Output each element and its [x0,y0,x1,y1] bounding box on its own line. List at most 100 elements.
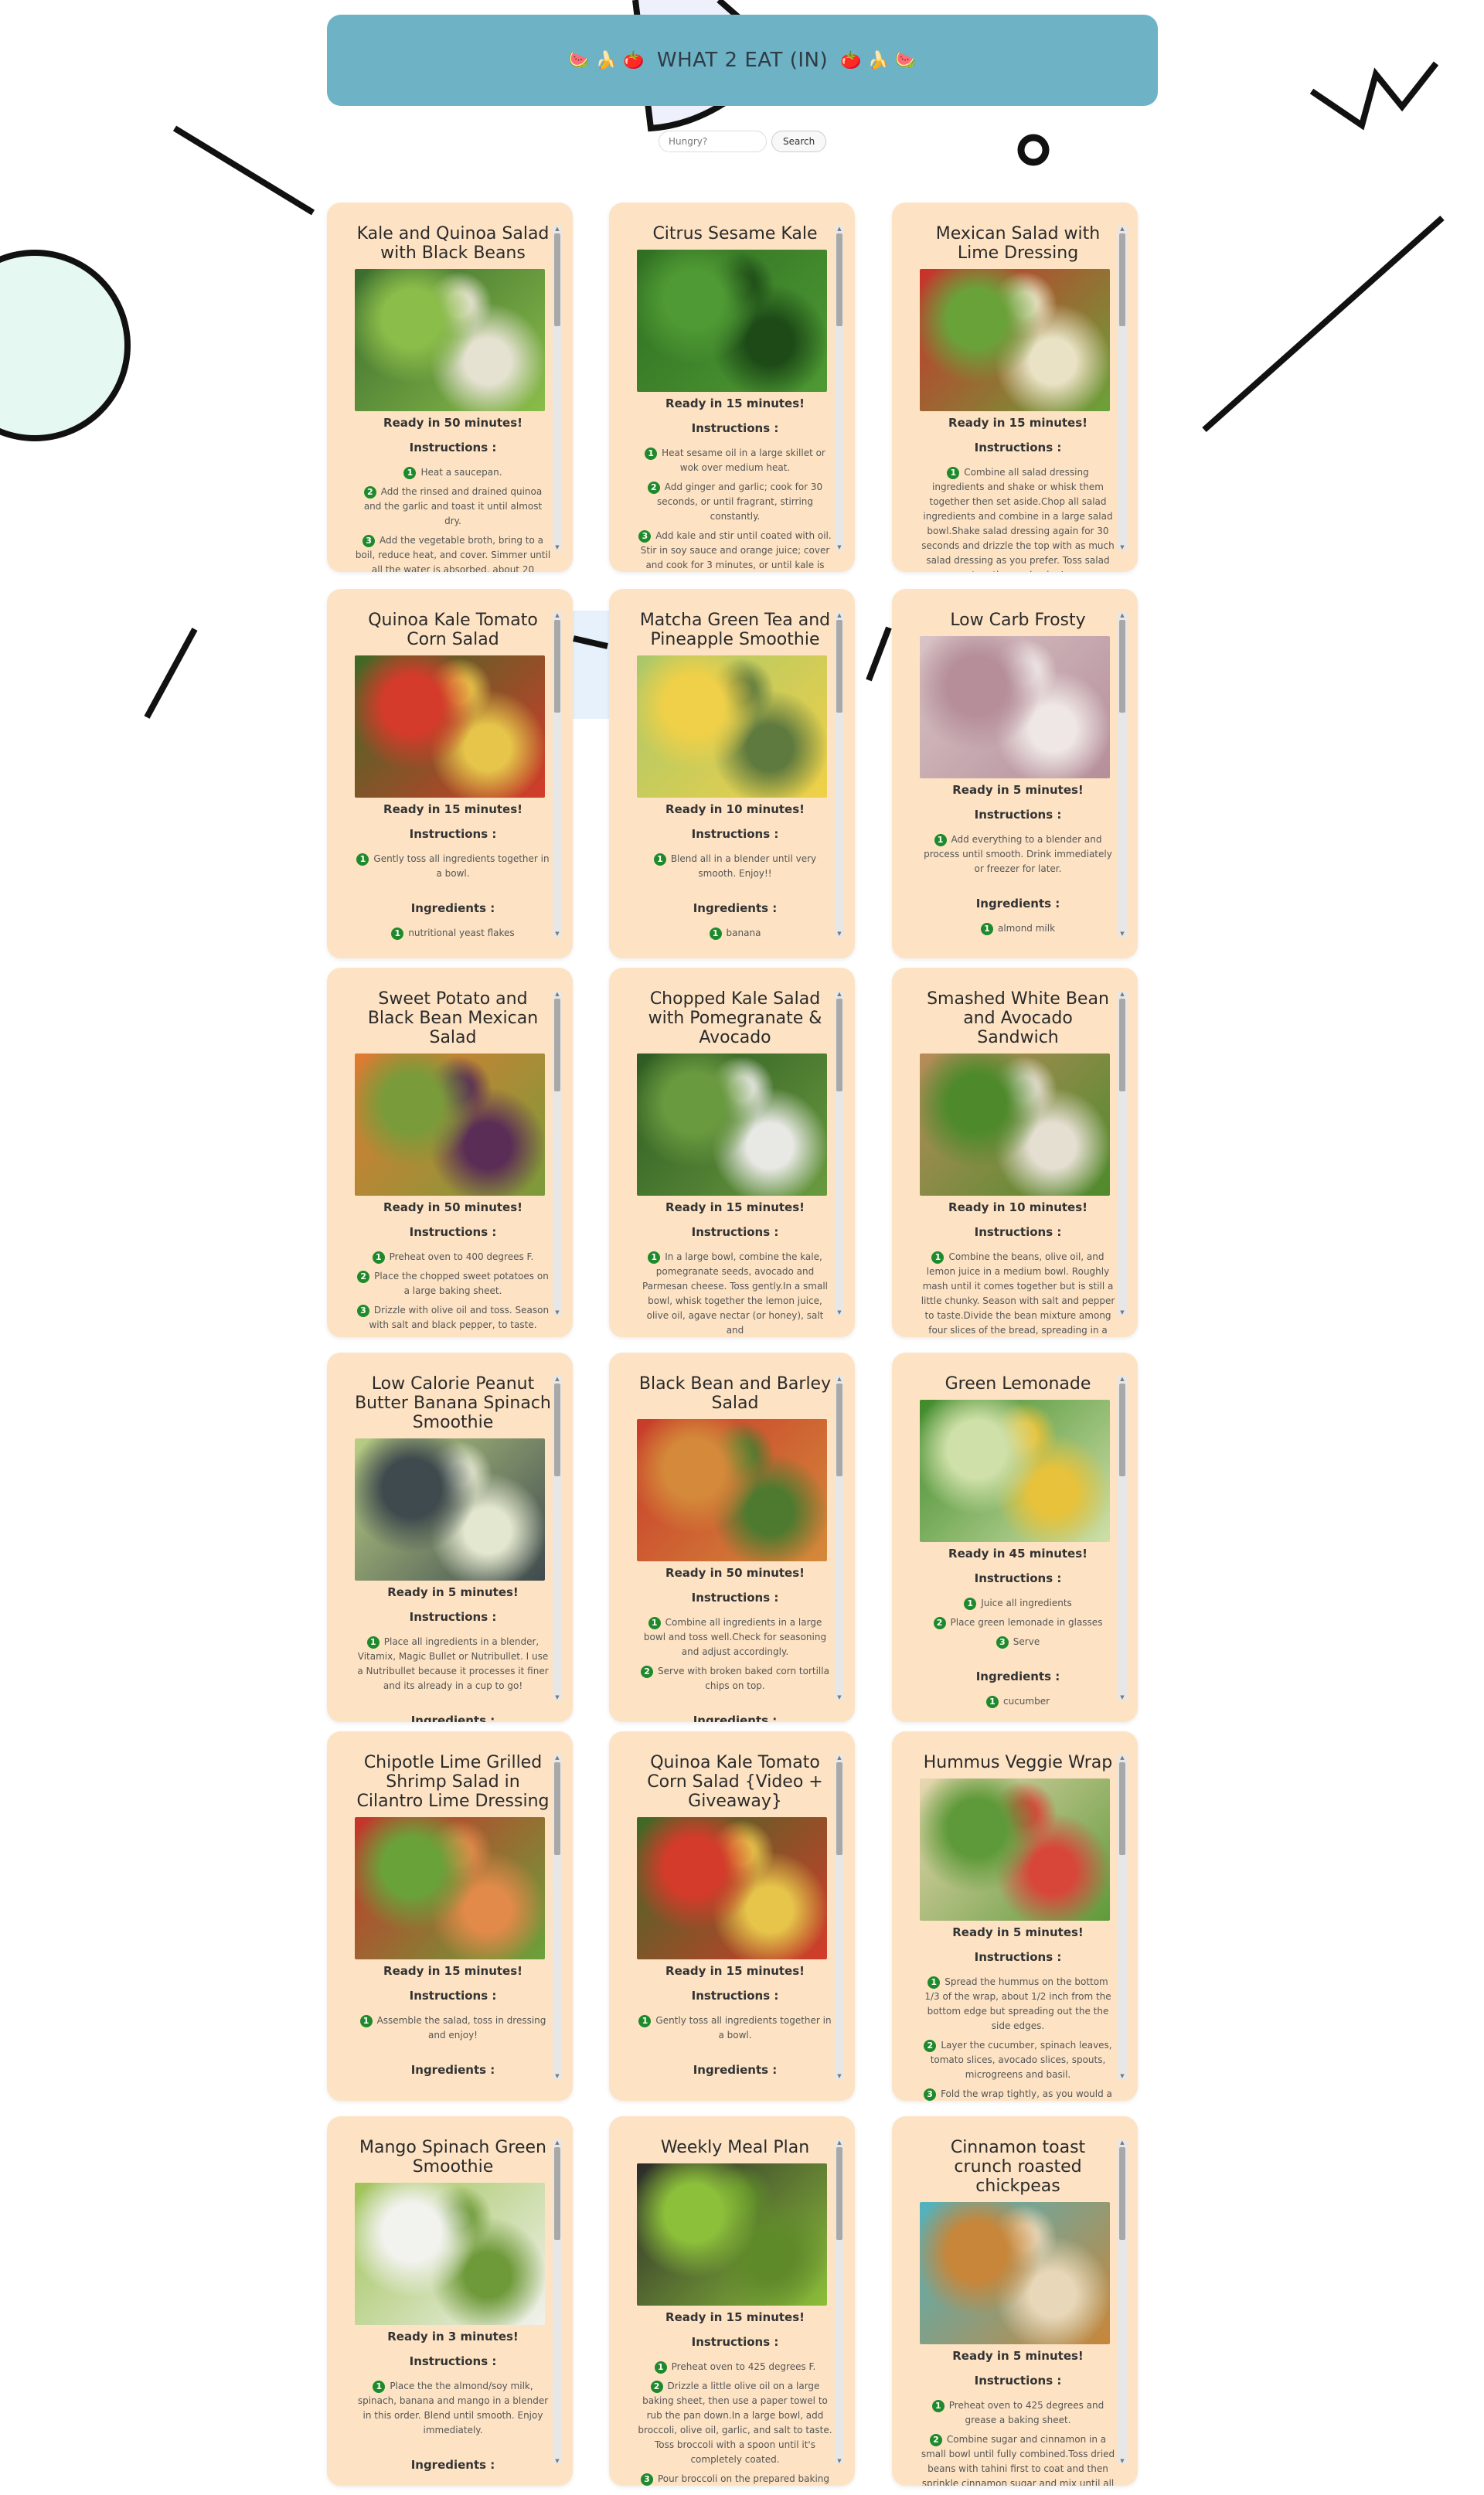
scroll-up-icon[interactable]: ▲ [836,226,842,232]
scrollbar-thumb[interactable] [1119,2147,1125,2240]
scroll-down-icon[interactable]: ▼ [1119,2458,1125,2464]
recipe-card[interactable]: Quinoa Kale Tomato Corn Salad Ready in 15… [327,589,573,958]
scrollbar-thumb[interactable] [554,2147,560,2240]
card-scrollbar[interactable]: ▲ ▼ [553,991,562,1316]
scroll-up-icon[interactable]: ▲ [1119,1376,1125,1382]
recipe-card[interactable]: Citrus Sesame Kale Ready in 15 minutes! In… [609,203,855,572]
scrollbar-thumb[interactable] [1119,1384,1125,1476]
short-slash-decoration [144,628,198,719]
scroll-up-icon[interactable]: ▲ [836,1755,842,1761]
scroll-up-icon[interactable]: ▲ [554,1376,560,1382]
scroll-down-icon[interactable]: ▼ [836,1694,842,1700]
recipe-card[interactable]: Chopped Kale Salad with Pomegranate & Av… [609,968,855,1337]
recipe-card[interactable]: Quinoa Kale Tomato Corn Salad {Video + G… [609,1731,855,2101]
scroll-up-icon[interactable]: ▲ [554,991,560,997]
scrollbar-thumb[interactable] [554,1384,560,1476]
instructions-heading: Instructions : [974,1571,1062,1585]
scroll-down-icon[interactable]: ▼ [836,2073,842,2079]
card-scrollbar[interactable]: ▲ ▼ [835,612,844,937]
scroll-up-icon[interactable]: ▲ [554,1755,560,1761]
scroll-down-icon[interactable]: ▼ [836,1309,842,1316]
step-text: Gently toss all ingredients together in … [373,853,550,879]
recipe-card[interactable]: Mango Spinach Green Smoothie Ready in 3 m… [327,2116,573,2486]
card-scrollbar[interactable]: ▲ ▼ [835,1376,844,1700]
scrollbar-thumb[interactable] [554,233,560,326]
recipe-card[interactable]: Weekly Meal Plan Ready in 15 minutes! Inst… [609,2116,855,2486]
recipe-photo [920,1400,1110,1542]
recipe-card[interactable]: Low Carb Frosty Ready in 5 minutes! Instru… [892,589,1138,958]
scroll-down-icon[interactable]: ▼ [1119,544,1125,550]
card-scrollbar[interactable]: ▲ ▼ [1118,1755,1127,2079]
card-scrollbar[interactable]: ▲ ▼ [1118,1376,1127,1700]
scrollbar-thumb[interactable] [554,999,560,1091]
ingredient-text: nutritional yeast flakes [408,928,515,938]
scrollbar-thumb[interactable] [1119,620,1125,713]
scroll-down-icon[interactable]: ▼ [1119,1309,1125,1316]
mint-circle-decoration [0,250,131,441]
recipe-card[interactable]: Kale and Quinoa Salad with Black Beans Re… [327,203,573,572]
search-button[interactable]: Search [771,131,827,152]
search-input[interactable] [659,131,767,152]
scrollbar-thumb[interactable] [1119,233,1125,326]
recipe-card[interactable]: Green Lemonade Ready in 45 minutes! Instru… [892,1353,1138,1722]
card-scrollbar[interactable]: ▲ ▼ [835,2139,844,2464]
scrollbar-thumb[interactable] [836,2147,842,2240]
recipe-card[interactable]: Black Bean and Barley Salad Ready in 50 m… [609,1353,855,1722]
scrollbar-thumb[interactable] [554,1762,560,1855]
scroll-up-icon[interactable]: ▲ [836,612,842,618]
card-scrollbar[interactable]: ▲ ▼ [835,226,844,550]
recipe-card[interactable]: Chipotle Lime Grilled Shrimp Salad in Ci… [327,1731,573,2101]
scrollbar-thumb[interactable] [1119,999,1125,1091]
recipe-card[interactable]: Smashed White Bean and Avocado Sandwich R… [892,968,1138,1337]
scrollbar-thumb[interactable] [836,233,842,326]
scroll-down-icon[interactable]: ▼ [554,1694,560,1700]
scroll-down-icon[interactable]: ▼ [554,931,560,937]
scroll-up-icon[interactable]: ▲ [836,991,842,997]
step-text: Drizzle a little olive oil on a large ba… [638,2381,832,2465]
scrollbar-thumb[interactable] [1119,1762,1125,1855]
scroll-up-icon[interactable]: ▲ [1119,226,1125,232]
scrollbar-thumb[interactable] [836,999,842,1091]
ingredients-heading: Ingredients : [693,1714,778,1722]
scrollbar-thumb[interactable] [836,1384,842,1476]
card-scrollbar[interactable]: ▲ ▼ [1118,226,1127,550]
scroll-down-icon[interactable]: ▼ [1119,2073,1125,2079]
card-scrollbar[interactable]: ▲ ▼ [1118,2139,1127,2464]
scroll-up-icon[interactable]: ▲ [1119,1755,1125,1761]
recipe-card[interactable]: Sweet Potato and Black Bean Mexican Sala… [327,968,573,1337]
card-scrollbar[interactable]: ▲ ▼ [553,2139,562,2464]
scrollbar-thumb[interactable] [554,620,560,713]
scroll-down-icon[interactable]: ▼ [836,931,842,937]
scroll-down-icon[interactable]: ▼ [1119,1694,1125,1700]
scroll-up-icon[interactable]: ▲ [1119,2139,1125,2146]
scroll-down-icon[interactable]: ▼ [554,1309,560,1316]
scroll-up-icon[interactable]: ▲ [836,1376,842,1382]
scroll-up-icon[interactable]: ▲ [554,612,560,618]
recipe-card[interactable]: Matcha Green Tea and Pineapple Smoothie R… [609,589,855,958]
scroll-up-icon[interactable]: ▲ [554,2139,560,2146]
scroll-down-icon[interactable]: ▼ [554,2458,560,2464]
scroll-down-icon[interactable]: ▼ [836,544,842,550]
card-scrollbar[interactable]: ▲ ▼ [1118,991,1127,1316]
scrollbar-thumb[interactable] [836,620,842,713]
card-scrollbar[interactable]: ▲ ▼ [835,991,844,1316]
recipe-card[interactable]: Low Calorie Peanut Butter Banana Spinach… [327,1353,573,1722]
recipe-card[interactable]: Cinnamon toast crunch roasted chickpeas R… [892,2116,1138,2486]
recipe-card[interactable]: Hummus Veggie Wrap Ready in 5 minutes! Ins… [892,1731,1138,2101]
card-scrollbar[interactable]: ▲ ▼ [835,1755,844,2079]
scroll-up-icon[interactable]: ▲ [836,2139,842,2146]
scroll-down-icon[interactable]: ▼ [554,2073,560,2079]
card-scrollbar[interactable]: ▲ ▼ [553,612,562,937]
card-scrollbar[interactable]: ▲ ▼ [553,226,562,550]
recipe-card[interactable]: Mexican Salad with Lime Dressing Ready in… [892,203,1138,572]
scroll-up-icon[interactable]: ▲ [1119,991,1125,997]
card-scrollbar[interactable]: ▲ ▼ [553,1376,562,1700]
scrollbar-thumb[interactable] [836,1762,842,1855]
scroll-up-icon[interactable]: ▲ [554,226,560,232]
scroll-down-icon[interactable]: ▼ [836,2458,842,2464]
card-scrollbar[interactable]: ▲ ▼ [553,1755,562,2079]
scroll-up-icon[interactable]: ▲ [1119,612,1125,618]
scroll-down-icon[interactable]: ▼ [1119,931,1125,937]
card-scrollbar[interactable]: ▲ ▼ [1118,612,1127,937]
scroll-down-icon[interactable]: ▼ [554,544,560,550]
